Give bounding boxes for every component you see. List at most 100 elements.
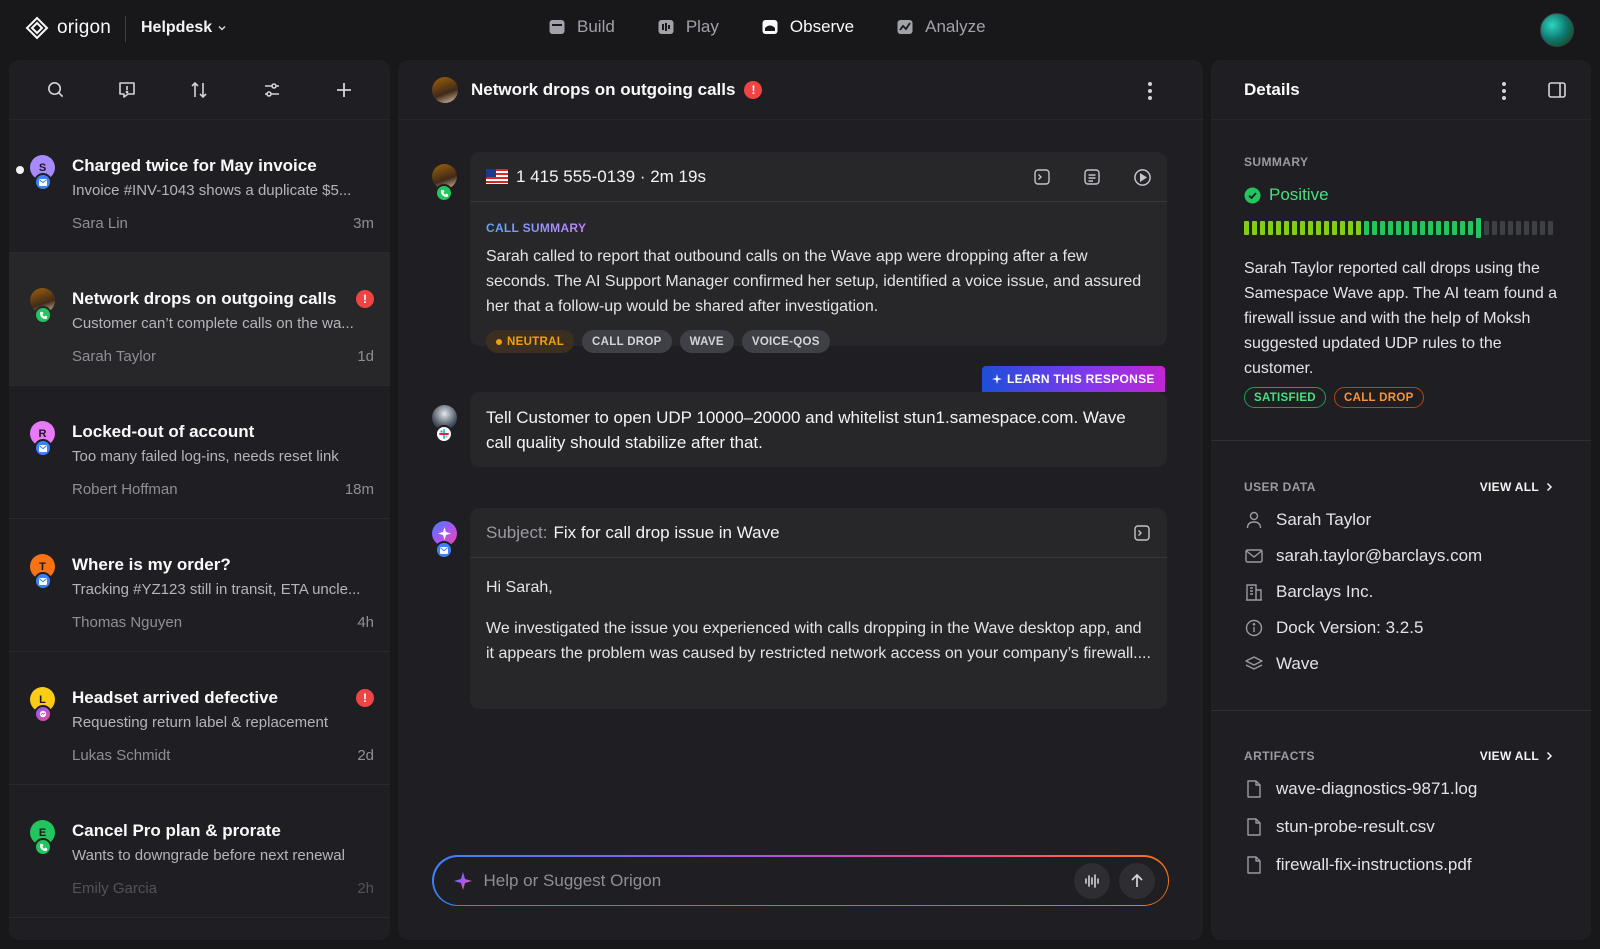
details-button[interactable] [1081, 166, 1103, 188]
artifact-file[interactable]: firewall-fix-instructions.pdf [1244, 855, 1472, 875]
conversation-item[interactable]: R Locked-out of account Too many failed … [9, 386, 390, 519]
product-name: Wave [1276, 654, 1319, 673]
email-body: Hi Sarah, We investigated the issue you … [470, 558, 1167, 683]
customer-name: Emily Garcia [72, 880, 158, 897]
details-menu-button[interactable] [1502, 82, 1506, 100]
nav-analyze[interactable]: Analyze [896, 17, 986, 37]
composer [432, 855, 1169, 906]
conversation-title: Headset arrived defective [72, 688, 278, 707]
play-icon [657, 18, 675, 36]
conversation-title: Locked-out of account [72, 422, 255, 441]
file-icon [1244, 779, 1264, 799]
email-channel-icon [34, 572, 52, 590]
main-nav: Build Play Observe Analyze [548, 17, 1028, 37]
customer-name: Sara Lin [72, 215, 128, 232]
search-button[interactable] [37, 72, 73, 108]
artifacts-view-all[interactable]: VIEW ALL [1480, 749, 1553, 763]
unread-indicator [16, 166, 24, 174]
avatar [432, 76, 458, 103]
nav-build[interactable]: Build [548, 17, 615, 37]
brand-name: origon [57, 17, 112, 38]
layers-icon [1244, 654, 1264, 674]
send-button[interactable] [1118, 862, 1155, 899]
filter-button[interactable] [254, 72, 290, 108]
sentiment-meter-segment [1340, 221, 1345, 235]
user-avatar[interactable] [1540, 13, 1574, 47]
composer-input[interactable] [483, 870, 1044, 891]
waveform-icon [1083, 872, 1101, 890]
tag-wave[interactable]: WAVE [679, 330, 734, 353]
user-data-view-all[interactable]: VIEW ALL [1480, 480, 1553, 494]
details-panel: Details SUMMARY Positive Sarah Taylor re… [1211, 60, 1591, 940]
workspace-switcher[interactable]: Helpdesk [141, 19, 227, 37]
conversation-item[interactable]: E Cancel Pro plan & prorate Wants to dow… [9, 785, 390, 918]
call-header: 1 415 555-0139 · 2m 19s [470, 152, 1167, 202]
sentiment-label: Positive [1269, 185, 1329, 204]
sentiment-meter-segment [1276, 221, 1281, 235]
voice-button[interactable] [1073, 862, 1110, 899]
user-company: Barclays Inc. [1276, 582, 1374, 601]
nav-observe-label: Observe [789, 17, 855, 36]
email-subject: Fix for call drop issue in Wave [553, 522, 780, 542]
sort-button[interactable] [181, 72, 217, 108]
divider [1211, 710, 1591, 711]
list-icon [1083, 168, 1101, 186]
tag-voice-qos[interactable]: VOICE-QOS [741, 330, 830, 353]
learn-response-button[interactable]: LEARN THIS RESPONSE [982, 366, 1165, 392]
artifact-name: stun-probe-result.csv [1276, 817, 1435, 836]
sentiment-meter-segment [1412, 221, 1417, 235]
conversation-item[interactable]: S Charged twice for May invoice Invoice … [9, 120, 390, 253]
toggle-panel-button[interactable] [1546, 79, 1568, 101]
us-flag-icon [486, 169, 508, 184]
composer-inner [433, 856, 1168, 905]
thread-menu-button[interactable] [1148, 82, 1152, 100]
new-conversation-button[interactable] [326, 72, 362, 108]
artifact-file[interactable]: stun-probe-result.csv [1244, 817, 1435, 837]
conversation-time: 18m [344, 481, 374, 498]
alert-icon: ! [356, 290, 374, 308]
alerts-filter-button[interactable] [109, 72, 145, 108]
conversation-item-selected[interactable]: Network drops on outgoing calls ! Custom… [9, 253, 390, 386]
alert-square-icon [117, 80, 137, 100]
conversation-title: Cancel Pro plan & prorate [72, 821, 281, 840]
build-icon [548, 18, 566, 36]
sentiment-meter-segment [1460, 221, 1465, 235]
sentiment-meter-segment [1428, 221, 1433, 235]
brand[interactable]: origon [25, 16, 111, 40]
user-name: Sarah Taylor [1276, 510, 1372, 529]
sentiment-meter-segment [1532, 221, 1537, 235]
nav-play[interactable]: Play [657, 17, 719, 37]
play-recording-button[interactable] [1131, 166, 1153, 188]
thread-panel: Network drops on outgoing calls ! 1 415 … [398, 60, 1203, 940]
sentiment-meter-segment [1500, 221, 1505, 235]
conversation-time: 2d [357, 747, 374, 764]
sentiment-meter-segment [1292, 221, 1297, 235]
transcript-button[interactable] [1031, 166, 1053, 188]
tag-call-drop[interactable]: CALL DROP [582, 330, 672, 353]
dock-version-row: Dock Version: 3.2.5 [1244, 618, 1423, 638]
email-channel-icon [34, 173, 52, 191]
customer-name: Robert Hoffman [72, 481, 178, 498]
artifact-file[interactable]: wave-diagnostics-9871.log [1244, 779, 1477, 799]
sentiment-meter-segment [1300, 221, 1305, 235]
sentiment-meter-segment [1492, 221, 1497, 235]
customer-name: Thomas Nguyen [72, 614, 183, 631]
call-tags: NEUTRAL CALL DROP WAVE VOICE-QOS [486, 330, 830, 353]
file-icon [1244, 855, 1264, 875]
conversation-item[interactable]: L Headset arrived defective ! Requesting… [9, 652, 390, 785]
sentiment-meter-segment [1380, 221, 1385, 235]
tag-neutral[interactable]: NEUTRAL [486, 330, 575, 353]
open-email-button[interactable] [1131, 522, 1153, 544]
call-card: 1 415 555-0139 · 2m 19s CALL SUMMARY Sar… [470, 152, 1167, 346]
messenger-channel-icon [34, 705, 52, 723]
call-actions [1031, 166, 1153, 188]
user-email: sarah.taylor@barclays.com [1276, 546, 1483, 565]
conversation-item[interactable]: T Where is my order? Tracking #YZ123 sti… [9, 519, 390, 652]
user-name-row: Sarah Taylor [1244, 510, 1371, 530]
sidebar-toggle-icon [1547, 80, 1567, 100]
customer-name: Sarah Taylor [72, 348, 156, 365]
nav-observe[interactable]: Observe [761, 17, 854, 37]
phone-channel-icon [34, 306, 52, 324]
sentiment-meter-segment [1396, 221, 1401, 235]
call-summary-label: CALL SUMMARY [486, 221, 587, 235]
